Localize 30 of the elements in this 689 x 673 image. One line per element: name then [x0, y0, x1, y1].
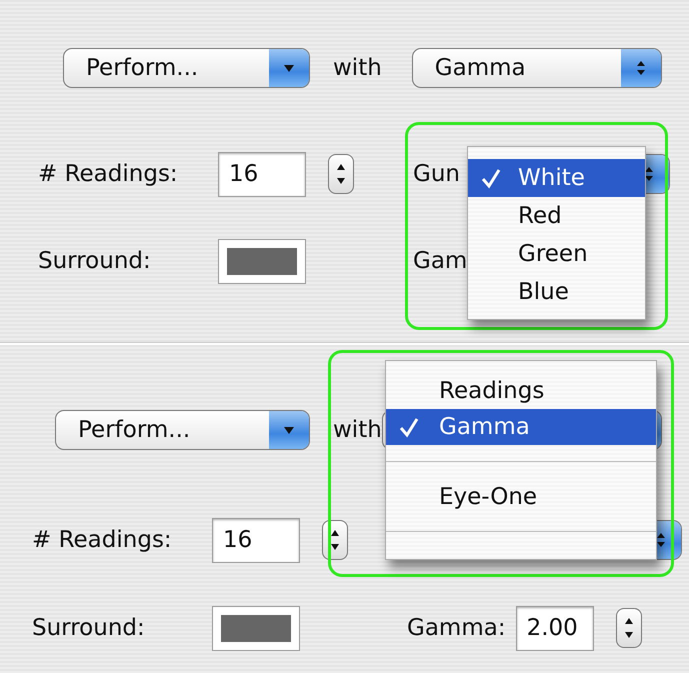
menu-item[interactable]: White: [468, 159, 645, 197]
stepper[interactable]: [328, 154, 354, 194]
menu-item[interactable]: Eye-One: [386, 479, 656, 515]
input-field[interactable]: 2.00: [516, 606, 594, 650]
menu-item[interactable]: Red: [468, 197, 645, 235]
field-label: # Readings:: [32, 527, 173, 553]
input-field[interactable]: 16: [218, 152, 306, 196]
menu-item[interactable]: Gamma: [386, 409, 656, 445]
checkmark-icon: [480, 167, 502, 189]
field-label: Surround:: [32, 615, 146, 641]
color-swatch[interactable]: [218, 238, 306, 284]
caret-icon: [634, 60, 647, 76]
field-label: Gamma:: [407, 615, 506, 641]
menu-item[interactable]: Blue: [468, 273, 645, 311]
checkmark-icon: [398, 416, 420, 438]
caret-icon: [655, 532, 667, 548]
stepper[interactable]: [616, 608, 642, 648]
with-label: with: [333, 417, 382, 443]
menu-item[interactable]: Readings: [386, 373, 656, 409]
with-label: with: [333, 55, 382, 81]
action-popup[interactable]: Perform...: [63, 48, 310, 88]
color-swatch[interactable]: [212, 606, 300, 650]
menu-item[interactable]: Green: [468, 235, 645, 273]
source-popup[interactable]: Gamma: [412, 48, 662, 88]
field-label: Gun: [413, 161, 460, 187]
input-field[interactable]: 16: [212, 518, 300, 562]
field-label: Surround:: [38, 248, 152, 274]
field-label: Gam: [413, 248, 468, 274]
field-label: # Readings:: [38, 161, 179, 187]
action-popup[interactable]: Perform...: [55, 410, 310, 450]
